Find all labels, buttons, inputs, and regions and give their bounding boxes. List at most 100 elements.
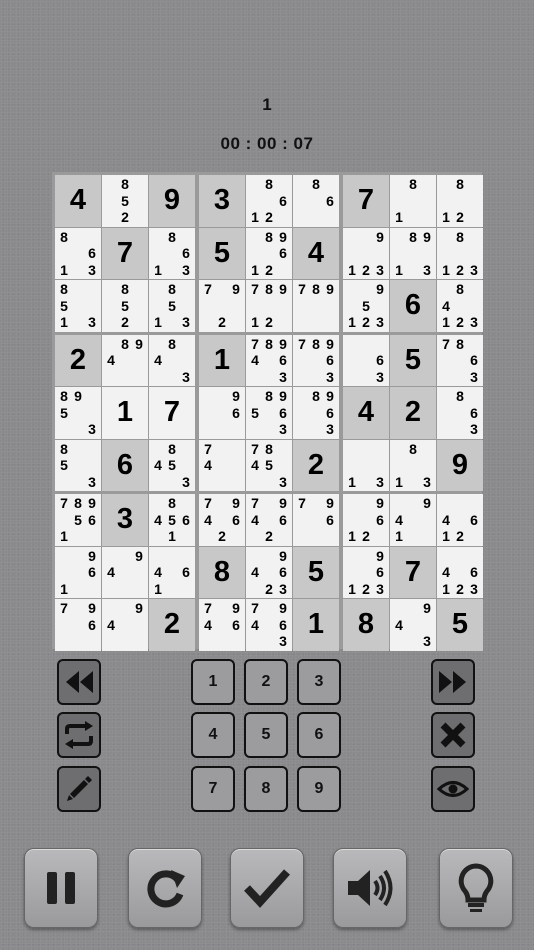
sudoku-cell[interactable]: 789 4 63 <box>246 334 292 386</box>
sudoku-cell[interactable]: 863 <box>437 387 483 439</box>
sudoku-cell[interactable]: 63 <box>343 334 389 386</box>
repeat-button[interactable] <box>57 712 101 758</box>
sudoku-cell[interactable]: 8453 <box>149 439 195 491</box>
sudoku-cell[interactable]: 812 <box>437 175 483 227</box>
sudoku-cell[interactable]: 7 <box>390 546 436 598</box>
sudoku-cell[interactable]: 851 3 <box>149 280 195 332</box>
sudoku-cell[interactable]: 96 123 <box>343 546 389 598</box>
sudoku-cell[interactable]: 2 <box>149 599 195 651</box>
number-button-1[interactable]: 1 <box>191 659 235 705</box>
fast-forward-button[interactable] <box>431 659 475 705</box>
sudoku-cell[interactable]: 8963 <box>293 387 339 439</box>
sudoku-cell[interactable]: 4 <box>293 227 339 279</box>
sudoku-cell[interactable]: 9 <box>437 439 483 491</box>
sudoku-cell[interactable]: 81 <box>390 175 436 227</box>
sudoku-cell[interactable]: 7 9 4 6 <box>199 599 245 651</box>
sudoku-cell[interactable]: 85 3 <box>55 439 101 491</box>
sudoku-cell[interactable]: 6 <box>390 280 436 332</box>
erase-button[interactable] <box>431 712 475 758</box>
sudoku-cell[interactable]: 95123 <box>343 280 389 332</box>
sudoku-cell[interactable]: 78956 1 <box>55 494 101 546</box>
sudoku-cell[interactable]: 7 96 <box>293 494 339 546</box>
sudoku-cell[interactable]: 789 <box>293 280 339 332</box>
sudoku-cell[interactable]: 7 9 4 62 <box>246 494 292 546</box>
sudoku-cell[interactable]: 89 4 <box>102 334 148 386</box>
reveal-button[interactable] <box>431 766 475 812</box>
number-button-3[interactable]: 3 <box>297 659 341 705</box>
sudoku-cell[interactable]: 86 12 <box>246 175 292 227</box>
sudoku-cell[interactable]: 8613 <box>55 227 101 279</box>
sudoku-cell[interactable]: 9 4 3 <box>390 599 436 651</box>
sudoku-cell[interactable]: 4 6 123 <box>437 546 483 598</box>
sudoku-cell[interactable]: 8613 <box>149 227 195 279</box>
rewind-button[interactable] <box>57 659 101 705</box>
sudoku-cell[interactable]: 896 12 <box>246 227 292 279</box>
sudoku-cell[interactable]: 7 92 <box>199 280 245 332</box>
sudoku-cell[interactable]: 96 <box>199 387 245 439</box>
check-button[interactable] <box>230 848 304 928</box>
pencil-button[interactable] <box>57 766 101 812</box>
sudoku-cell[interactable]: 7863 <box>437 334 483 386</box>
sudoku-cell[interactable]: 84 3 <box>149 334 195 386</box>
number-button-7[interactable]: 7 <box>191 766 235 812</box>
sudoku-cell[interactable]: 1 <box>199 334 245 386</box>
number-button-2[interactable]: 2 <box>244 659 288 705</box>
sudoku-cell[interactable]: 7 96 <box>55 599 101 651</box>
sudoku-cell[interactable]: 8 <box>199 546 245 598</box>
number-button-6[interactable]: 6 <box>297 712 341 758</box>
sudoku-cell[interactable]: 5 <box>390 334 436 386</box>
sudoku-cell[interactable]: 84123 <box>437 280 483 332</box>
sudoku-cell[interactable]: 4 <box>55 175 101 227</box>
sudoku-cell[interactable]: 78963 <box>293 334 339 386</box>
sudoku-cell[interactable]: 4 <box>343 387 389 439</box>
sudoku-cell[interactable]: 94 <box>102 546 148 598</box>
sudoku-cell[interactable]: 9 41 <box>390 494 436 546</box>
sudoku-cell[interactable]: 2 <box>390 387 436 439</box>
sudoku-cell[interactable]: 89 5 63 <box>246 387 292 439</box>
sudoku-cell[interactable]: 4 6 12 <box>437 494 483 546</box>
sudoku-cell[interactable]: 5 <box>293 546 339 598</box>
sudoku-cell[interactable]: 78453 <box>246 439 292 491</box>
sudoku-cell[interactable]: 94 <box>102 599 148 651</box>
sudoku-cell[interactable]: 81 3 <box>390 439 436 491</box>
sudoku-cell[interactable]: 9 123 <box>343 227 389 279</box>
sudoku-cell[interactable]: 851 3 <box>55 280 101 332</box>
restart-button[interactable] <box>128 848 202 928</box>
sudoku-cell[interactable]: 7 9 4 62 <box>199 494 245 546</box>
sudoku-cell[interactable]: 84561 <box>149 494 195 546</box>
sudoku-cell[interactable]: 13 <box>343 439 389 491</box>
sudoku-cell[interactable]: 7 9 4 63 <box>246 599 292 651</box>
sound-button[interactable] <box>333 848 407 928</box>
sudoku-cell[interactable]: 895 3 <box>55 387 101 439</box>
sudoku-cell[interactable]: 852 <box>102 175 148 227</box>
sudoku-cell[interactable]: 8123 <box>437 227 483 279</box>
sudoku-cell[interactable]: 789 12 <box>246 280 292 332</box>
sudoku-cell[interactable]: 7 <box>343 175 389 227</box>
number-button-4[interactable]: 4 <box>191 712 235 758</box>
sudoku-cell[interactable]: 2 <box>293 439 339 491</box>
sudoku-cell[interactable]: 96 12 <box>343 494 389 546</box>
sudoku-cell[interactable]: 9 <box>149 175 195 227</box>
sudoku-cell[interactable]: 5 <box>199 227 245 279</box>
sudoku-cell[interactable]: 86 <box>293 175 339 227</box>
sudoku-cell[interactable]: 5 <box>437 599 483 651</box>
sudoku-cell[interactable]: 8 <box>343 599 389 651</box>
sudoku-cell[interactable]: 7 <box>102 227 148 279</box>
sudoku-cell[interactable]: 2 <box>55 334 101 386</box>
sudoku-cell[interactable]: 96 1 <box>55 546 101 598</box>
sudoku-cell[interactable]: 1 <box>293 599 339 651</box>
sudoku-cell[interactable]: 1 <box>102 387 148 439</box>
sudoku-cell[interactable]: 3 <box>102 494 148 546</box>
sudoku-cell[interactable]: 74 <box>199 439 245 491</box>
sudoku-cell[interactable]: 6 <box>102 439 148 491</box>
pause-button[interactable] <box>24 848 98 928</box>
sudoku-cell[interactable]: 7 <box>149 387 195 439</box>
hint-button[interactable] <box>439 848 513 928</box>
sudoku-cell[interactable]: 9 4 623 <box>246 546 292 598</box>
number-button-8[interactable]: 8 <box>244 766 288 812</box>
sudoku-cell[interactable]: 89 1 3 <box>390 227 436 279</box>
sudoku-cell[interactable]: 4 6 1 <box>149 546 195 598</box>
number-button-9[interactable]: 9 <box>297 766 341 812</box>
sudoku-cell[interactable]: 3 <box>199 175 245 227</box>
sudoku-cell[interactable]: 852 <box>102 280 148 332</box>
